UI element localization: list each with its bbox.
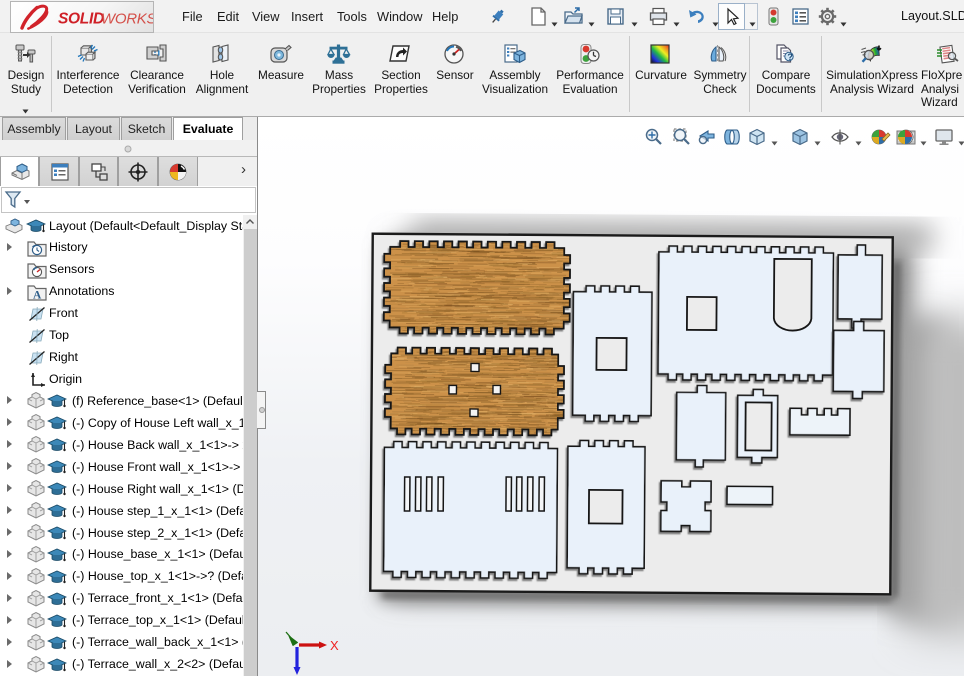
svg-text:WORKS: WORKS [101,11,153,28]
svg-text:A: A [33,289,42,301]
svg-text:SOLID: SOLID [58,11,104,28]
svg-text:X: X [330,638,339,653]
svg-text:?: ? [787,52,793,62]
